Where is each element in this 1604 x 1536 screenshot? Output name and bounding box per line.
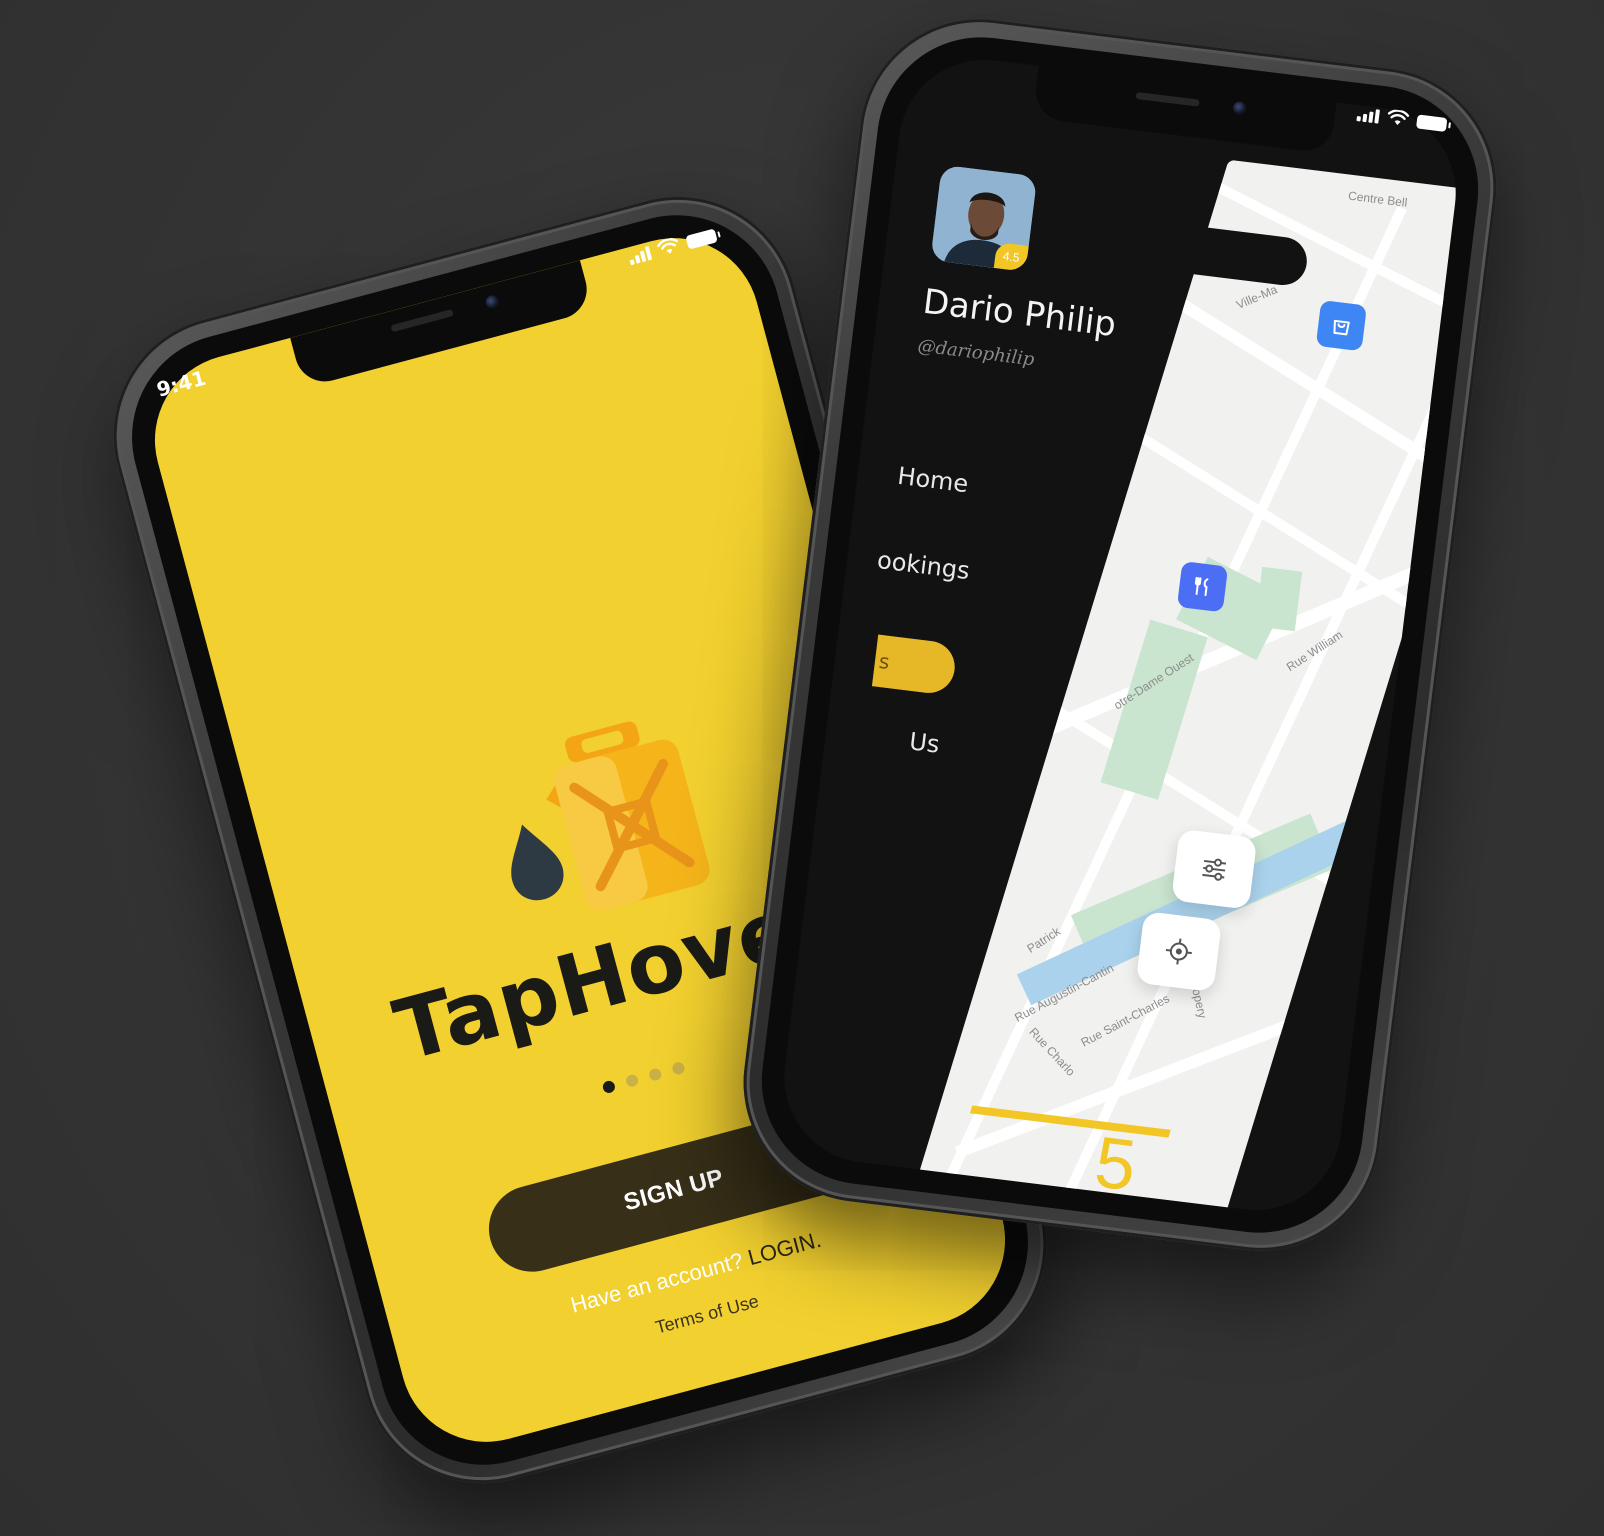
map-road: [954, 975, 1408, 1159]
cellular-signal-icon: [1356, 107, 1380, 124]
menu-screen: Centre Bell Ville-Ma otre-Dame Ouest Rue…: [774, 50, 1466, 1220]
front-camera: [484, 293, 501, 310]
restaurant-icon: [1194, 576, 1209, 597]
pager-dot[interactable]: [671, 1060, 686, 1076]
pager-dot[interactable]: [624, 1073, 640, 1089]
map-locate-button[interactable]: [1135, 911, 1222, 993]
speaker-grill: [1135, 91, 1200, 107]
shopping-bag-icon: [1333, 319, 1350, 336]
locate-target-icon: [1165, 938, 1192, 965]
menu-item-bookings[interactable]: ookings: [876, 546, 972, 585]
menu-item-home[interactable]: Home: [896, 462, 970, 498]
phone-bezel: Centre Bell Ville-Ma otre-Dame Ouest Rue…: [749, 25, 1491, 1245]
phone-notch: [1032, 65, 1337, 155]
map-park: [1255, 566, 1303, 632]
map-filter-button[interactable]: [1171, 828, 1258, 910]
menu-item-active[interactable]: s: [871, 634, 958, 696]
pager-dot-active[interactable]: [601, 1079, 617, 1095]
map-pin-restaurant[interactable]: [1176, 561, 1229, 613]
login-link[interactable]: LOGIN.: [745, 1227, 824, 1270]
wifi-icon: [1387, 109, 1410, 125]
map-label: Centre Bell: [1347, 188, 1409, 210]
map-label: Rue Saint-Charles: [1078, 991, 1172, 1050]
map-pin-shop[interactable]: [1315, 300, 1367, 352]
user-avatar[interactable]: 4.5: [930, 164, 1038, 272]
menu-item-active-label: s: [877, 648, 891, 675]
map-label: Rue Charlo: [1026, 1024, 1078, 1079]
pager-dot[interactable]: [647, 1067, 663, 1082]
speaker-grill: [390, 308, 455, 333]
menu-item-contact-us[interactable]: Us: [908, 727, 941, 758]
filter-sliders-icon: [1202, 858, 1227, 881]
map-road: [1051, 220, 1466, 1218]
phone-menu-map: Centre Bell Ville-Ma otre-Dame Ouest Rue…: [729, 5, 1511, 1265]
front-camera: [1232, 100, 1247, 116]
rating-badge: 4.5: [993, 242, 1029, 272]
map-label: Ville-Ma: [1234, 282, 1280, 313]
user-handle: @dariophilip: [916, 335, 1036, 371]
user-name: Dario Philip: [920, 281, 1119, 346]
mockup-stage: 9:41 TapHover SIGN UP Have an account? L…: [0, 0, 1604, 1536]
